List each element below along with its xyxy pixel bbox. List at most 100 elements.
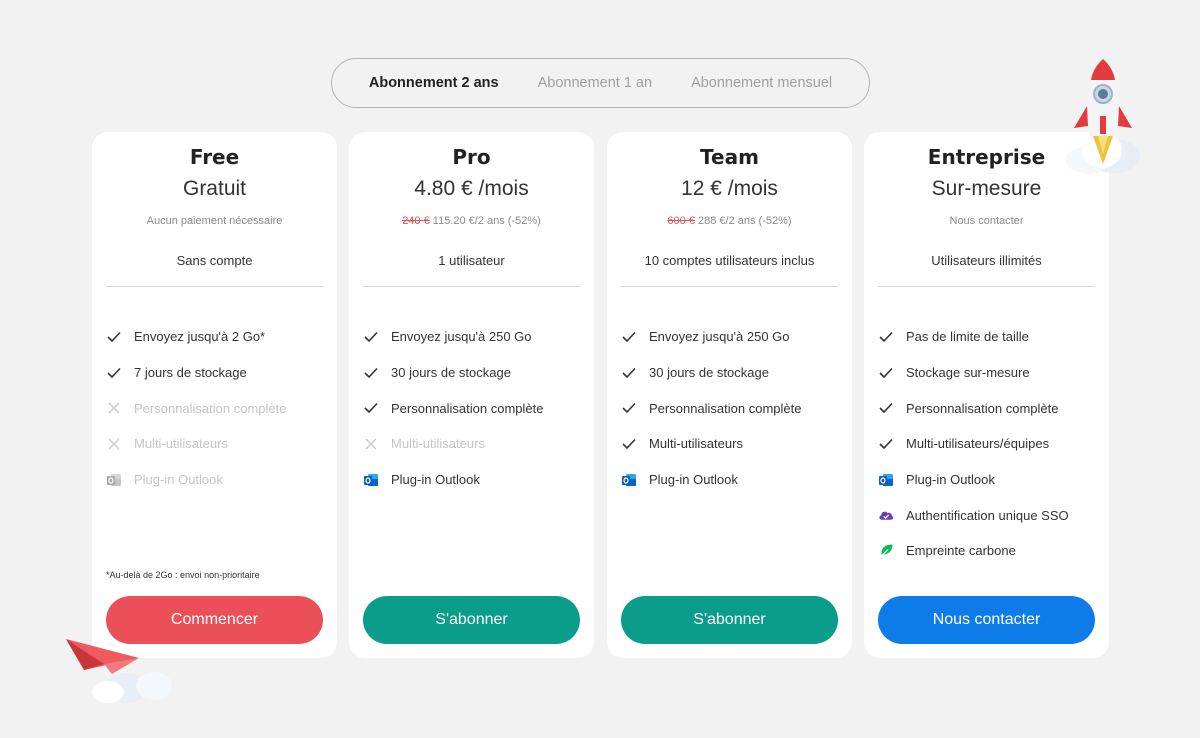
- feature-label: Stockage sur-mesure: [906, 365, 1030, 381]
- paper-plane-illustration: [66, 639, 172, 703]
- plan-users: Sans compte: [176, 253, 253, 268]
- plan-card-team: Team 12 € /mois 600 € 288 €/2 ans (-52%)…: [607, 132, 852, 658]
- feature-item: 7 jours de stockage: [106, 355, 327, 391]
- feature-item: Plug-in Outlook: [363, 462, 584, 498]
- check-icon: [363, 400, 379, 416]
- plan-subtext-value: 288 €/2 ans (-52%): [694, 215, 792, 227]
- leaf-icon: [878, 543, 894, 559]
- check-icon: [621, 436, 637, 452]
- feature-item: Pas de limite de taille: [878, 319, 1099, 355]
- feature-item: Plug-in Outlook: [106, 462, 327, 498]
- feature-item: Multi-utilisateurs: [621, 426, 842, 462]
- rocket-illustration: [1066, 59, 1140, 174]
- check-icon: [621, 365, 637, 381]
- feature-label: Personnalisation complète: [906, 400, 1059, 416]
- check-icon: [878, 400, 894, 416]
- check-icon: [363, 329, 379, 345]
- divider: [363, 286, 580, 287]
- feature-label: Plug-in Outlook: [391, 472, 480, 488]
- feature-label: Personnalisation complète: [649, 400, 802, 416]
- plan-name: Team: [700, 145, 759, 169]
- divider: [621, 286, 838, 287]
- cloud-check-icon: [878, 507, 894, 523]
- billing-period-toggle[interactable]: Abonnement 2 ans Abonnement 1 an Abonnem…: [331, 58, 870, 108]
- feature-item: Personnalisation complète: [363, 390, 584, 426]
- cross-icon: [106, 436, 122, 452]
- plan-subtext-value: Nous contacter: [949, 215, 1024, 227]
- feature-item: Envoyez jusqu'à 2 Go*: [106, 319, 327, 355]
- feature-label: Plug-in Outlook: [134, 472, 223, 488]
- feature-item: Multi-utilisateurs: [106, 426, 327, 462]
- plan-subtext: 240 € 115.20 €/2 ans (-52%): [349, 215, 594, 227]
- feature-label: Multi-utilisateurs: [649, 436, 743, 452]
- feature-item: Personnalisation complète: [106, 390, 327, 426]
- old-price: 240 €: [402, 215, 430, 227]
- plan-users: 1 utilisateur: [438, 253, 505, 268]
- feature-item: Stockage sur-mesure: [878, 355, 1099, 391]
- feature-item: 30 jours de stockage: [621, 355, 842, 391]
- feature-label: Envoyez jusqu'à 2 Go*: [134, 329, 266, 345]
- cross-icon: [106, 400, 122, 416]
- cross-icon: [363, 436, 379, 452]
- feature-list: Envoyez jusqu'à 2 Go* 7 jours de stockage…: [106, 319, 327, 497]
- check-icon: [363, 365, 379, 381]
- check-icon: [878, 436, 894, 452]
- outlook-icon: [878, 472, 894, 488]
- check-icon: [878, 329, 894, 345]
- feature-item: Personnalisation complète: [878, 390, 1099, 426]
- footnote: *Au-delà de 2Go : envoi non-prioritaire: [106, 570, 260, 580]
- toggle-option-1-year[interactable]: Abonnement 1 an: [538, 75, 652, 91]
- feature-label: 30 jours de stockage: [649, 365, 769, 381]
- plan-name: Pro: [452, 145, 491, 169]
- plan-price: Sur-mesure: [931, 177, 1042, 200]
- old-price: 600 €: [667, 215, 695, 227]
- plan-subtext: 600 € 288 €/2 ans (-52%): [607, 215, 852, 227]
- plan-name: Free: [189, 145, 240, 169]
- toggle-option-2-years[interactable]: Abonnement 2 ans: [369, 75, 499, 91]
- feature-label: Pas de limite de taille: [906, 329, 1029, 345]
- feature-label: 7 jours de stockage: [134, 365, 247, 381]
- subscribe-button-team[interactable]: S'abonner: [621, 596, 838, 644]
- plan-price: 12 € /mois: [681, 177, 778, 200]
- plan-card-entreprise: Entreprise Sur-mesure Nous contacter Uti…: [864, 132, 1109, 658]
- plan-price: Gratuit: [182, 177, 247, 200]
- plan-subtext-value: Aucun paiement nécessaire: [146, 215, 283, 227]
- feature-label: Plug-in Outlook: [906, 472, 995, 488]
- feature-item: Multi-utilisateurs: [363, 426, 584, 462]
- outlook-icon: [363, 472, 379, 488]
- divider: [878, 286, 1095, 287]
- plan-subtext: Aucun paiement nécessaire: [92, 215, 337, 227]
- feature-list: Envoyez jusqu'à 250 Go 30 jours de stocka…: [621, 319, 842, 497]
- feature-label: Personnalisation complète: [391, 400, 544, 416]
- feature-label: Personnalisation complète: [134, 400, 287, 416]
- feature-list: Envoyez jusqu'à 250 Go 30 jours de stocka…: [363, 319, 584, 497]
- contact-us-button[interactable]: Nous contacter: [878, 596, 1095, 644]
- check-icon: [621, 329, 637, 345]
- feature-item: Empreinte carbone: [878, 533, 1099, 569]
- feature-item: Plug-in Outlook: [621, 462, 842, 498]
- check-icon: [621, 400, 637, 416]
- feature-label: Multi-utilisateurs/équipes: [906, 436, 1050, 452]
- check-icon: [106, 365, 122, 381]
- subscribe-button-pro[interactable]: S'abonner: [363, 596, 580, 644]
- feature-label: 30 jours de stockage: [391, 365, 511, 381]
- plan-card-free: Free Gratuit Aucun paiement nécessaire S…: [92, 132, 337, 658]
- feature-label: Envoyez jusqu'à 250 Go: [391, 329, 532, 345]
- feature-label: Multi-utilisateurs: [134, 436, 228, 452]
- feature-item: 30 jours de stockage: [363, 355, 584, 391]
- feature-label: Authentification unique SSO: [906, 507, 1069, 523]
- feature-item: Multi-utilisateurs/équipes: [878, 426, 1099, 462]
- toggle-option-monthly[interactable]: Abonnement mensuel: [691, 75, 832, 91]
- feature-label: Empreinte carbone: [906, 543, 1016, 559]
- feature-item: Envoyez jusqu'à 250 Go: [621, 319, 842, 355]
- outlook-icon: [621, 472, 637, 488]
- feature-label: Plug-in Outlook: [649, 472, 738, 488]
- plan-users: 10 comptes utilisateurs inclus: [644, 253, 815, 268]
- outlook-icon-disabled: [106, 472, 122, 488]
- feature-label: Multi-utilisateurs: [391, 436, 485, 452]
- plan-users: Utilisateurs illimités: [931, 253, 1042, 268]
- divider: [106, 286, 323, 287]
- plan-subtext: Nous contacter: [864, 215, 1109, 227]
- feature-label: Envoyez jusqu'à 250 Go: [649, 329, 790, 345]
- feature-item: Personnalisation complète: [621, 390, 842, 426]
